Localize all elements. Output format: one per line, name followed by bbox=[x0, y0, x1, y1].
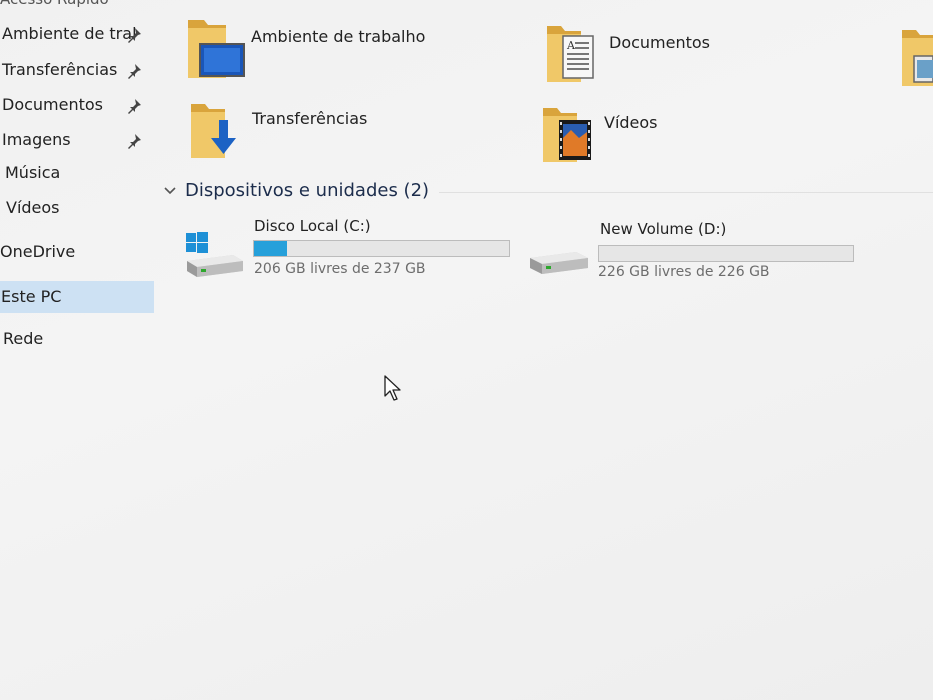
sidebar-item-music[interactable]: Música bbox=[0, 158, 154, 188]
section-title: Dispositivos e unidades (2) bbox=[185, 180, 430, 201]
drive-c[interactable]: Disco Local (C:) 206 GB livres de 237 GB bbox=[183, 215, 513, 285]
folder-downloads[interactable]: Transferências bbox=[189, 100, 489, 170]
sidebar-item-videos[interactable]: Vídeos bbox=[0, 193, 154, 223]
sidebar-item-label: Ambiente de tral bbox=[2, 24, 137, 43]
folder-documents[interactable]: A Documentos bbox=[545, 22, 845, 92]
desktop-folder-icon bbox=[188, 20, 245, 78]
documents-folder-icon: A bbox=[547, 26, 594, 82]
svg-text:A: A bbox=[566, 39, 576, 52]
drive-name: New Volume (D:) bbox=[600, 220, 727, 238]
videos-folder-icon bbox=[543, 108, 591, 162]
drive-free-space: 226 GB livres de 226 GB bbox=[598, 264, 770, 280]
pin-icon[interactable] bbox=[126, 63, 142, 79]
sidebar-item-label: Documentos bbox=[2, 95, 104, 114]
sidebar-item-label: Este PC bbox=[1, 287, 62, 306]
pin-icon[interactable] bbox=[126, 27, 142, 43]
pin-icon[interactable] bbox=[126, 133, 142, 149]
sidebar-item-this-pc[interactable]: Este PC bbox=[0, 281, 154, 313]
pin-icon[interactable] bbox=[126, 98, 142, 114]
sidebar-item-network[interactable]: Rede bbox=[0, 324, 154, 354]
drive-free-space: 206 GB livres de 237 GB bbox=[254, 261, 426, 277]
section-divider bbox=[439, 192, 933, 193]
folder-desktop[interactable]: Ambiente de trabalho bbox=[186, 16, 486, 86]
folder-label: Ambiente de trabalho bbox=[251, 27, 426, 46]
drive-usage-bar bbox=[253, 240, 510, 257]
hard-drive-icon bbox=[530, 252, 588, 274]
sidebar-item-label: Imagens bbox=[2, 130, 71, 149]
sidebar-item-documents[interactable]: Documentos bbox=[0, 90, 154, 120]
sidebar-item-pictures[interactable]: Imagens bbox=[0, 125, 154, 155]
sidebar-item-label: Vídeos bbox=[6, 198, 60, 217]
sidebar-item-label: Música bbox=[5, 163, 61, 182]
sidebar-item-label: Rede bbox=[3, 329, 44, 348]
sidebar-item-onedrive[interactable]: OneDrive bbox=[0, 237, 154, 267]
folder-label: Documentos bbox=[609, 33, 711, 52]
drive-usage-fill bbox=[254, 241, 288, 256]
devices-section-header[interactable]: Dispositivos e unidades (2) bbox=[162, 178, 933, 206]
chevron-down-icon[interactable] bbox=[162, 183, 178, 199]
quick-access-header[interactable]: Acesso Rápido bbox=[0, 0, 109, 8]
mouse-cursor-icon bbox=[384, 375, 401, 401]
downloads-folder-icon bbox=[191, 104, 236, 158]
windows-drive-icon bbox=[186, 232, 243, 277]
drive-d[interactable]: New Volume (D:) 226 GB livres de 226 GB bbox=[528, 218, 858, 288]
folder-label: Vídeos bbox=[604, 113, 658, 132]
sidebar-item-desktop[interactable]: Ambiente de tral bbox=[0, 19, 154, 49]
sidebar-item-label: Transferências bbox=[2, 60, 118, 79]
sidebar-item-label: OneDrive bbox=[0, 242, 76, 261]
folder-pictures-partial[interactable] bbox=[900, 26, 933, 96]
pictures-folder-icon bbox=[902, 30, 933, 86]
drive-name: Disco Local (C:) bbox=[254, 217, 371, 235]
folder-label: Transferências bbox=[252, 109, 368, 128]
sidebar-item-downloads[interactable]: Transferências bbox=[0, 55, 154, 85]
drive-usage-bar bbox=[598, 245, 854, 262]
navigation-pane: Acesso Rápido Ambiente de tral Transferê… bbox=[0, 0, 154, 700]
folder-videos[interactable]: Vídeos bbox=[541, 104, 841, 174]
